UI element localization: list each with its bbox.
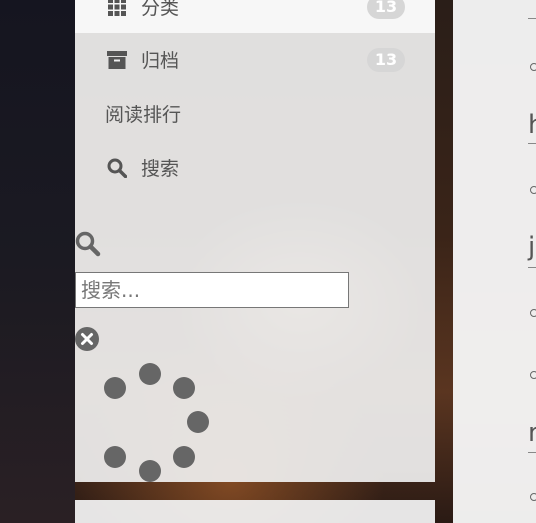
post-heading[interactable]: n — [528, 418, 536, 448]
list-bullet — [530, 493, 536, 501]
sidebar-item-categories[interactable]: 分类 13 — [75, 0, 435, 33]
sidebar-item-search[interactable]: 搜索 — [75, 141, 435, 194]
list-bullet — [530, 186, 536, 194]
spinner-dot — [173, 446, 195, 468]
main-content-strip — [453, 0, 536, 523]
search-icon — [107, 158, 127, 178]
sidebar-item-label: 搜索 — [141, 158, 180, 180]
grid-icon — [107, 0, 127, 17]
search-input[interactable] — [75, 272, 349, 308]
spinner-dot — [173, 377, 195, 399]
spinner-dot — [104, 446, 126, 468]
heading-underline — [528, 143, 536, 144]
heading-underline — [528, 18, 536, 19]
count-badge: 13 — [367, 47, 405, 72]
spinner-dot — [104, 377, 126, 399]
spinner-dot — [187, 411, 209, 433]
list-bullet — [530, 371, 536, 379]
sidebar-next-panel — [75, 500, 435, 523]
post-heading[interactable]: j — [528, 232, 535, 262]
sidebar-item-label: 分类 — [141, 0, 180, 19]
list-bullet — [530, 309, 536, 317]
heading-underline — [528, 452, 536, 453]
search-icon[interactable] — [75, 231, 101, 257]
sidebar-item-label: 阅读排行 — [105, 104, 182, 126]
loading-spinner-icon — [95, 357, 225, 487]
sidebar-item-label: 归档 — [141, 50, 180, 72]
heading-underline — [528, 267, 536, 268]
spinner-dot — [139, 460, 161, 482]
spinner-dot — [139, 363, 161, 385]
list-bullet — [530, 63, 536, 71]
background-dark-edge — [0, 0, 75, 523]
archive-icon — [107, 50, 127, 70]
sidebar-item-reading-rank[interactable]: 阅读排行 — [75, 87, 435, 140]
post-heading[interactable]: h — [528, 110, 536, 140]
sidebar-item-archives[interactable]: 归档 13 — [75, 33, 435, 86]
close-icon[interactable] — [75, 327, 99, 351]
count-badge: 13 — [367, 0, 405, 19]
